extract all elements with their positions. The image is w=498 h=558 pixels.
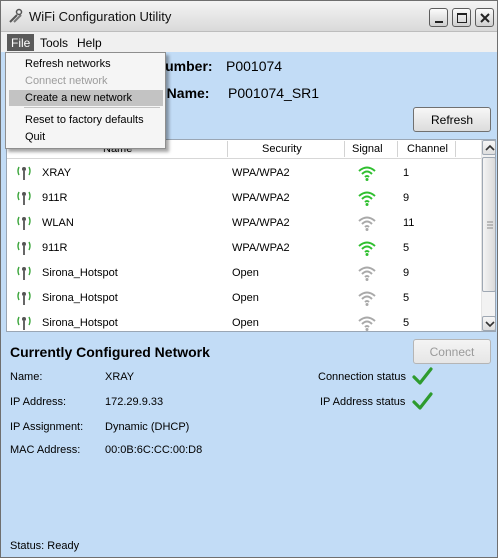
maximize-icon	[457, 13, 467, 23]
device-number-value: P001074	[226, 58, 283, 74]
chevron-up-icon	[485, 144, 495, 151]
mac-address-value: 00:0B:6C:CC:00:D8	[105, 444, 203, 456]
network-name: XRAY	[42, 167, 72, 179]
menu-file[interactable]: File	[7, 34, 35, 51]
network-row[interactable]: Sirona_Hotspot Open 5	[7, 286, 481, 311]
wifi-signal-icon	[358, 266, 376, 281]
column-security[interactable]: Security	[262, 143, 302, 155]
checkmark-icon	[412, 392, 433, 410]
refresh-button[interactable]: Refresh	[413, 107, 491, 132]
ip-address-label: IP Address:	[10, 396, 67, 408]
menu-tools[interactable]: Tools	[36, 34, 72, 51]
ip-assignment-label: IP Assignment:	[10, 421, 84, 433]
network-channel: 9	[403, 267, 410, 279]
network-security: WPA/WPA2	[232, 192, 290, 204]
connect-button[interactable]: Connect	[413, 339, 491, 364]
minimize-icon	[435, 21, 443, 23]
menu-reset-factory-defaults[interactable]: Reset to factory defaults	[9, 112, 163, 128]
wifi-signal-icon	[358, 166, 376, 181]
antenna-icon	[17, 266, 31, 280]
network-name: 911R	[42, 192, 68, 204]
network-name: 911R	[42, 242, 68, 254]
network-channel: 11	[403, 217, 415, 229]
network-channel: 1	[403, 167, 410, 179]
menu-refresh-networks[interactable]: Refresh networks	[9, 56, 163, 72]
network-security: WPA/WPA2	[232, 167, 290, 179]
wifi-signal-icon	[358, 191, 376, 206]
name-label: Name:	[10, 371, 43, 383]
device-name-value: P001074_SR1	[228, 85, 320, 101]
network-security: Open	[232, 317, 259, 329]
network-channel: 5	[403, 317, 410, 329]
current-network-title: Currently Configured Network	[10, 344, 210, 360]
app-window: WiFi Configuration Utility File Tools He…	[0, 0, 498, 558]
mac-address-label: MAC Address:	[10, 444, 81, 456]
wifi-signal-icon	[358, 216, 376, 231]
scroll-thumb[interactable]	[482, 157, 496, 292]
network-row[interactable]: WLAN WPA/WPA2 11	[7, 211, 481, 236]
antenna-icon	[17, 241, 31, 255]
grip-icon	[487, 221, 493, 229]
ip-address-value: 172.29.9.33	[105, 396, 164, 408]
wifi-signal-icon	[358, 291, 376, 306]
ip-assignment-value: Dynamic (DHCP)	[105, 421, 190, 433]
network-channel: 5	[403, 242, 410, 254]
column-channel[interactable]: Channel	[407, 143, 448, 155]
antenna-icon	[17, 191, 31, 205]
network-row[interactable]: XRAY WPA/WPA2 1	[7, 161, 481, 186]
chevron-down-icon	[485, 321, 495, 328]
menu-quit[interactable]: Quit	[9, 129, 163, 145]
menu-separator	[24, 107, 160, 108]
close-button[interactable]	[475, 8, 494, 27]
network-name: WLAN	[42, 217, 74, 229]
wrench-icon	[9, 8, 23, 23]
network-row[interactable]: 911R WPA/WPA2 9	[7, 186, 481, 211]
network-security: WPA/WPA2	[232, 217, 290, 229]
network-channel: 9	[403, 192, 410, 204]
network-name: Sirona_Hotspot	[42, 292, 118, 304]
antenna-icon	[17, 316, 31, 330]
antenna-icon	[17, 166, 31, 180]
network-row[interactable]: Sirona_Hotspot Open 5	[7, 311, 481, 336]
scroll-down-button[interactable]	[482, 316, 496, 331]
network-channel: 5	[403, 292, 410, 304]
title-bar: WiFi Configuration Utility	[1, 1, 497, 32]
antenna-icon	[17, 216, 31, 230]
list-scrollbar[interactable]	[481, 140, 496, 331]
antenna-icon	[17, 291, 31, 305]
menu-connect-network[interactable]: Connect network	[9, 73, 163, 89]
wifi-signal-icon	[358, 316, 376, 331]
window-title: WiFi Configuration Utility	[29, 9, 172, 24]
network-security: WPA/WPA2	[232, 242, 290, 254]
checkmark-icon	[412, 367, 433, 385]
name-value: XRAY	[105, 371, 135, 383]
wifi-signal-icon	[358, 241, 376, 256]
file-dropdown-menu: Refresh networks Connect network Create …	[5, 52, 166, 149]
network-row[interactable]: 911R WPA/WPA2 5	[7, 236, 481, 261]
network-security: Open	[232, 292, 259, 304]
network-name: Sirona_Hotspot	[42, 317, 118, 329]
menu-help[interactable]: Help	[73, 34, 106, 51]
minimize-button[interactable]	[429, 8, 448, 27]
column-signal[interactable]: Signal	[352, 143, 383, 155]
network-row[interactable]: Sirona_Hotspot Open 9	[7, 261, 481, 286]
menu-create-new-network[interactable]: Create a new network	[9, 90, 163, 106]
maximize-button[interactable]	[452, 8, 471, 27]
ip-address-status-label: IP Address status	[320, 396, 406, 408]
connection-status-label: Connection status	[318, 371, 407, 383]
network-list[interactable]: Name Security Signal Channel XRAY WPA/WPA…	[6, 139, 496, 332]
scroll-up-button[interactable]	[482, 140, 496, 155]
status-bar: Status: Ready	[10, 540, 80, 552]
network-security: Open	[232, 267, 259, 279]
network-name: Sirona_Hotspot	[42, 267, 118, 279]
close-icon	[480, 13, 490, 23]
menu-bar: File Tools Help	[1, 32, 497, 52]
